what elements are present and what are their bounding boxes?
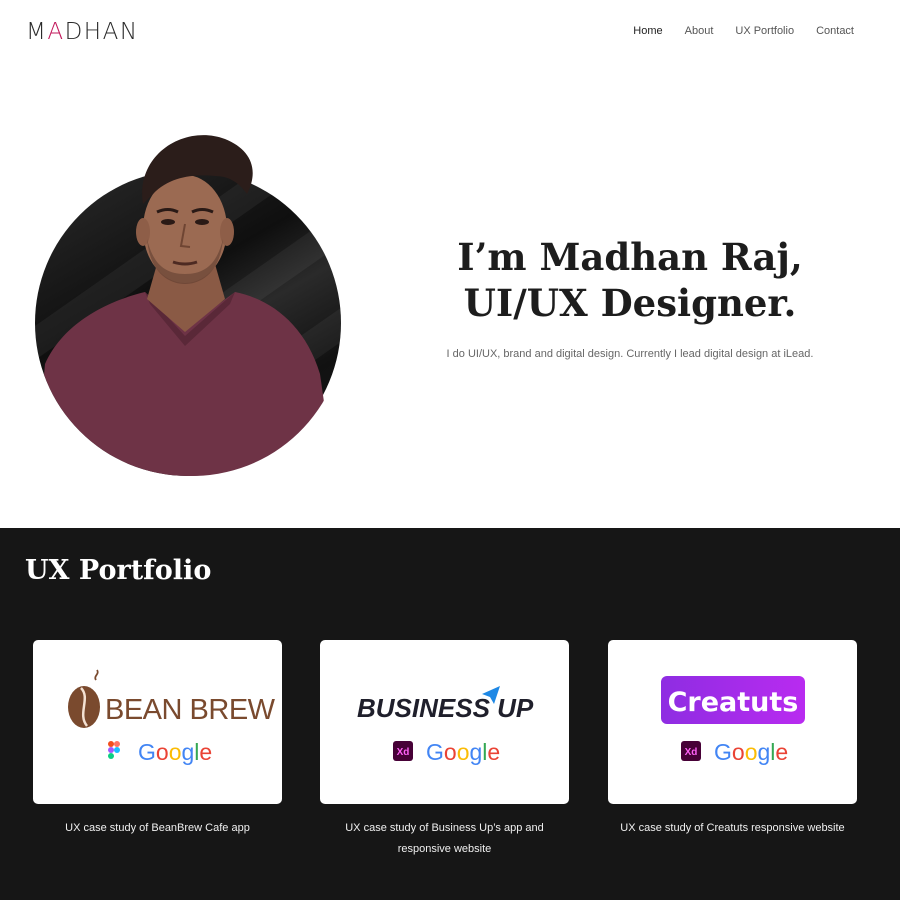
creatuts-logo: Creatuts Xd Google xyxy=(661,676,805,765)
portfolio-card-businessup: BUSINESS UP Xd Google UX case study of B… xyxy=(320,640,569,860)
portfolio-card-image[interactable]: BEAN BREW Google xyxy=(33,640,282,804)
adobe-xd-icon: Xd xyxy=(393,741,413,761)
google-logo: Google xyxy=(426,739,500,765)
portfolio-section: UX Portfolio BEAN BREW Google UX case st… xyxy=(0,528,900,900)
hero-section: I’m Madhan Raj, UI/UX Designer. I do UI/… xyxy=(0,64,900,528)
profile-photo xyxy=(35,114,345,479)
nav-contact[interactable]: Contact xyxy=(816,25,854,37)
nav-ux-portfolio[interactable]: UX Portfolio xyxy=(735,25,794,37)
portfolio-card-caption[interactable]: UX case study of Business Up’s app and r… xyxy=(320,818,569,860)
portfolio-card-beanbrew: BEAN BREW Google UX case study of BeanBr… xyxy=(33,640,282,839)
svg-text:Xd: Xd xyxy=(685,747,698,758)
businessup-logo: BUSINESS UP Xd Google xyxy=(357,686,534,765)
google-logo: Google xyxy=(714,739,788,765)
portfolio-card-creatuts: Creatuts Xd Google UX case study of Crea… xyxy=(608,640,857,839)
google-logo: Google xyxy=(138,739,212,765)
person-illustration xyxy=(35,135,335,477)
hero-subtitle: I do UI/UX, brand and digital design. Cu… xyxy=(446,348,814,360)
creatuts-wordmark: Creatuts xyxy=(668,687,799,718)
svg-text:Xd: Xd xyxy=(397,747,410,758)
portfolio-card-caption[interactable]: UX case study of BeanBrew Cafe app xyxy=(33,818,282,839)
portfolio-title: UX Portfolio xyxy=(25,555,212,586)
main-nav: Home About UX Portfolio Contact xyxy=(633,25,854,37)
nav-home[interactable]: Home xyxy=(633,25,662,37)
beanbrew-logo: BEAN BREW Google xyxy=(68,669,276,765)
site-logo[interactable]: MADHAN xyxy=(26,19,139,45)
portfolio-card-image[interactable]: Creatuts Xd Google xyxy=(608,640,857,804)
adobe-xd-icon: Xd xyxy=(681,741,701,761)
site-header: MADHAN Home About UX Portfolio Contact xyxy=(0,0,900,64)
hero-title: I’m Madhan Raj, UI/UX Designer. xyxy=(420,234,840,326)
figma-icon xyxy=(108,741,120,759)
portfolio-card-caption[interactable]: UX case study of Creatuts responsive web… xyxy=(608,818,857,839)
portfolio-card-image[interactable]: BUSINESS UP Xd Google xyxy=(320,640,569,804)
nav-about[interactable]: About xyxy=(685,25,714,37)
beanbrew-wordmark: BEAN BREW xyxy=(105,694,276,726)
hero-title-line2: UI/UX Designer. xyxy=(463,281,797,325)
businessup-wordmark: BUSINESS UP xyxy=(357,693,534,723)
hero-text: I’m Madhan Raj, UI/UX Designer. I do UI/… xyxy=(420,234,840,360)
hero-title-line1: I’m Madhan Raj, xyxy=(457,235,803,279)
